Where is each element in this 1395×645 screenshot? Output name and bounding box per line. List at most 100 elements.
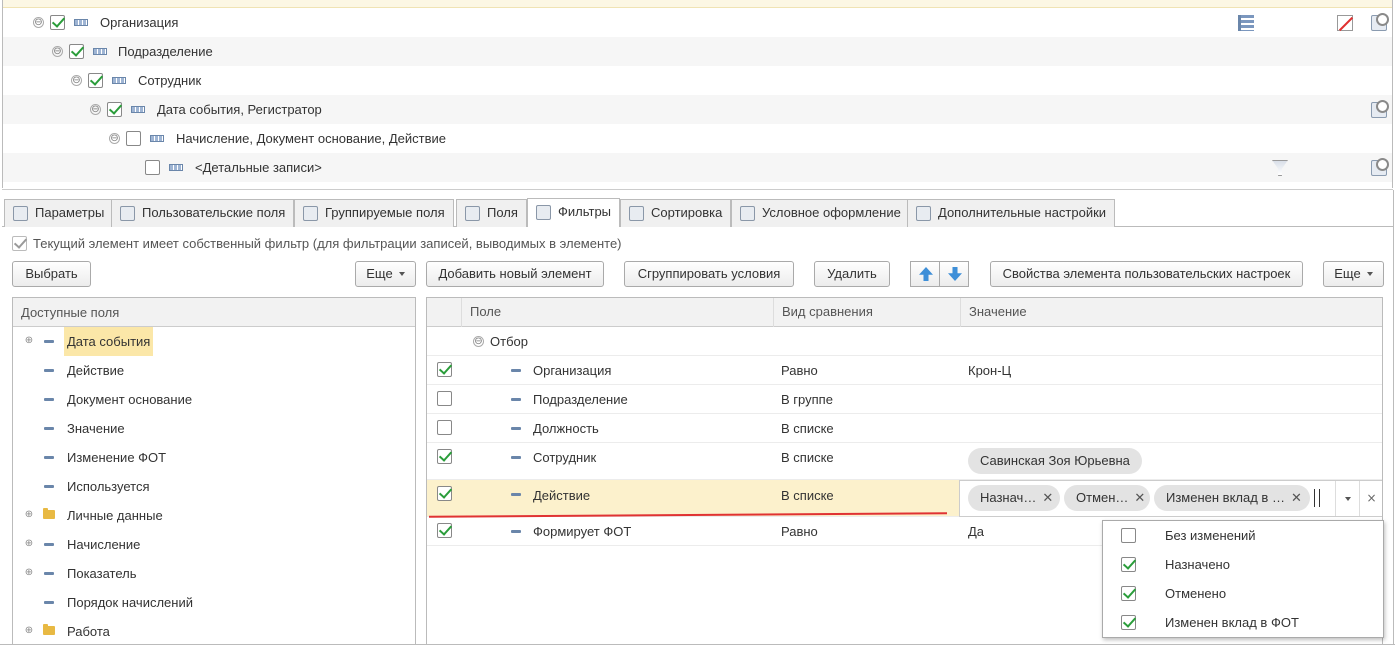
tab-parameters[interactable]: Параметры [4,199,114,227]
comparison-cell[interactable]: В списке [781,443,834,472]
collapse-icon[interactable]: ⊖ [109,133,120,144]
table-row-selected[interactable]: Действие В списке Назнач… ✕ Отмен… ✕ Измен… [427,480,1382,518]
expand-icon[interactable]: ⊕ [24,510,34,520]
delete-button[interactable]: Удалить [814,261,890,287]
value-list-editor[interactable]: Назнач… ✕ Отмен… ✕ Изменен вклад в … ✕ × [959,480,1382,517]
row-checkbox[interactable] [437,420,452,435]
value-chip-assigned[interactable]: Назнач… ✕ [968,485,1060,511]
own-filter-checkbox[interactable] [12,236,27,251]
table-row-group[interactable]: ⊖ Отбор [427,327,1382,356]
collapse-icon[interactable]: ⊖ [90,104,101,115]
settings-gear-icon[interactable] [1371,100,1389,118]
tab-user-fields[interactable]: Пользовательские поля [111,199,295,227]
list-item[interactable]: Действие [13,356,415,385]
value-chip[interactable]: Савинская Зоя Юрьевна [968,448,1142,474]
tree-row-employee[interactable]: ⊖ Сотрудник [3,66,1392,95]
dropdown-item[interactable]: Отменено [1103,579,1383,608]
tree-checkbox[interactable] [145,160,160,175]
expand-icon[interactable]: ⊕ [24,539,34,549]
expand-icon[interactable]: ⊕ [24,626,34,636]
clear-button[interactable]: × [1359,481,1382,516]
list-item[interactable]: ⊕ Показатель [13,559,415,588]
table-row[interactable]: Сотрудник В списке Савинская Зоя Юрьевна [427,443,1382,480]
close-icon[interactable]: ✕ [1291,491,1302,506]
tree-row-department[interactable]: ⊖ Подразделение [3,37,1392,66]
list-item[interactable]: Изменение ФОТ [13,443,415,472]
element-properties-button[interactable]: Свойства элемента пользовательских настр… [990,261,1303,287]
comparison-cell[interactable]: В группе [781,385,833,414]
table-row[interactable]: Должность В списке [427,414,1382,443]
comparison-cell[interactable]: Равно [781,356,818,385]
row-checkbox[interactable] [437,486,452,501]
close-icon[interactable]: ✕ [1134,491,1145,506]
tree-checkbox[interactable] [50,15,65,30]
list-item[interactable]: ⊕ Личные данные [13,501,415,530]
tree-checkbox[interactable] [126,131,141,146]
move-down-button[interactable] [939,261,969,287]
tree-checkbox[interactable] [88,73,103,88]
collapse-icon[interactable]: ⊖ [33,17,44,28]
left-more-button[interactable]: Еще [355,261,416,287]
collapse-icon[interactable]: ⊖ [52,46,63,57]
list-item[interactable]: Порядок начислений [13,588,415,617]
value-chip-canceled[interactable]: Отмен… ✕ [1064,485,1150,511]
select-button[interactable]: Выбрать [12,261,91,287]
settings-gear-icon[interactable] [1371,158,1389,176]
list-item[interactable]: ⊕ Работа [13,617,415,645]
dropdown-button[interactable] [1335,481,1359,516]
row-checkbox[interactable] [437,449,452,464]
tree-row-detail-records[interactable]: <Детальные записи> [3,153,1392,182]
value-cell[interactable]: Крон-Ц [968,356,1011,385]
no-formatting-icon[interactable] [1337,15,1353,31]
column-header-comparison[interactable]: Вид сравнения [773,298,960,327]
tab-sorting[interactable]: Сортировка [620,199,732,227]
dropdown-item[interactable]: Без изменений [1103,521,1383,550]
list-item[interactable]: Используется [13,472,415,501]
collapse-icon[interactable]: ⊖ [473,336,484,347]
row-checkbox[interactable] [437,391,452,406]
table-row[interactable]: Организация Равно Крон-Ц [427,356,1382,385]
move-up-button[interactable] [910,261,940,287]
collapse-icon[interactable]: ⊖ [71,75,82,86]
comparison-cell[interactable]: Равно [781,517,818,546]
right-more-button[interactable]: Еще [1323,261,1384,287]
add-element-button[interactable]: Добавить новый элемент [426,261,604,287]
splitter[interactable] [2,189,1393,190]
tree-row-accrual[interactable]: ⊖ Начисление, Документ основание, Действ… [3,124,1392,153]
expand-icon[interactable]: ⊕ [24,336,34,346]
row-checkbox[interactable] [437,362,452,377]
own-filter-option[interactable]: Текущий элемент имеет собственный фильтр… [12,236,622,251]
list-item[interactable]: ⊕ Дата события [13,327,415,356]
dropdown-item[interactable]: Назначено [1103,550,1383,579]
tab-fields[interactable]: Поля [456,199,527,227]
item-checkbox[interactable] [1121,528,1136,543]
tab-filters[interactable]: Фильтры [527,198,621,227]
available-fields-list[interactable]: Доступные поля ⊕ Дата события Действие До… [12,297,416,645]
tab-grouping-fields[interactable]: Группируемые поля [294,199,454,227]
comparison-cell[interactable]: В списке [781,480,834,512]
value-chip-fot-changed[interactable]: Изменен вклад в … ✕ [1154,485,1310,511]
value-dropdown-list[interactable]: Без изменений Назначено Отменено Изменен… [1102,520,1384,638]
tree-checkbox[interactable] [69,44,84,59]
item-checkbox[interactable] [1121,586,1136,601]
item-checkbox[interactable] [1121,615,1136,630]
group-conditions-button[interactable]: Сгруппировать условия [624,261,794,287]
table-row[interactable]: Подразделение В группе [427,385,1382,414]
column-header-field[interactable]: Поле [461,298,773,327]
value-cell[interactable]: Да [968,517,984,546]
tree-checkbox[interactable] [107,102,122,117]
settings-gear-icon[interactable] [1371,13,1389,31]
tab-conditional-formatting[interactable]: Условное оформление [731,199,910,227]
row-checkbox[interactable] [437,523,452,538]
list-item[interactable]: Документ основание [13,385,415,414]
fields-list-icon[interactable] [1238,15,1254,31]
tree-top-row[interactable] [3,0,1392,8]
filter-funnel-icon[interactable] [1272,160,1288,176]
comparison-cell[interactable]: В списке [781,414,834,443]
tree-row-event-date[interactable]: ⊖ Дата события, Регистратор [3,95,1392,124]
close-icon[interactable]: ✕ [1042,491,1053,506]
list-item[interactable]: Значение [13,414,415,443]
tab-additional-settings[interactable]: Дополнительные настройки [907,199,1116,227]
expand-icon[interactable]: ⊕ [24,568,34,578]
column-header-value[interactable]: Значение [960,298,1382,327]
